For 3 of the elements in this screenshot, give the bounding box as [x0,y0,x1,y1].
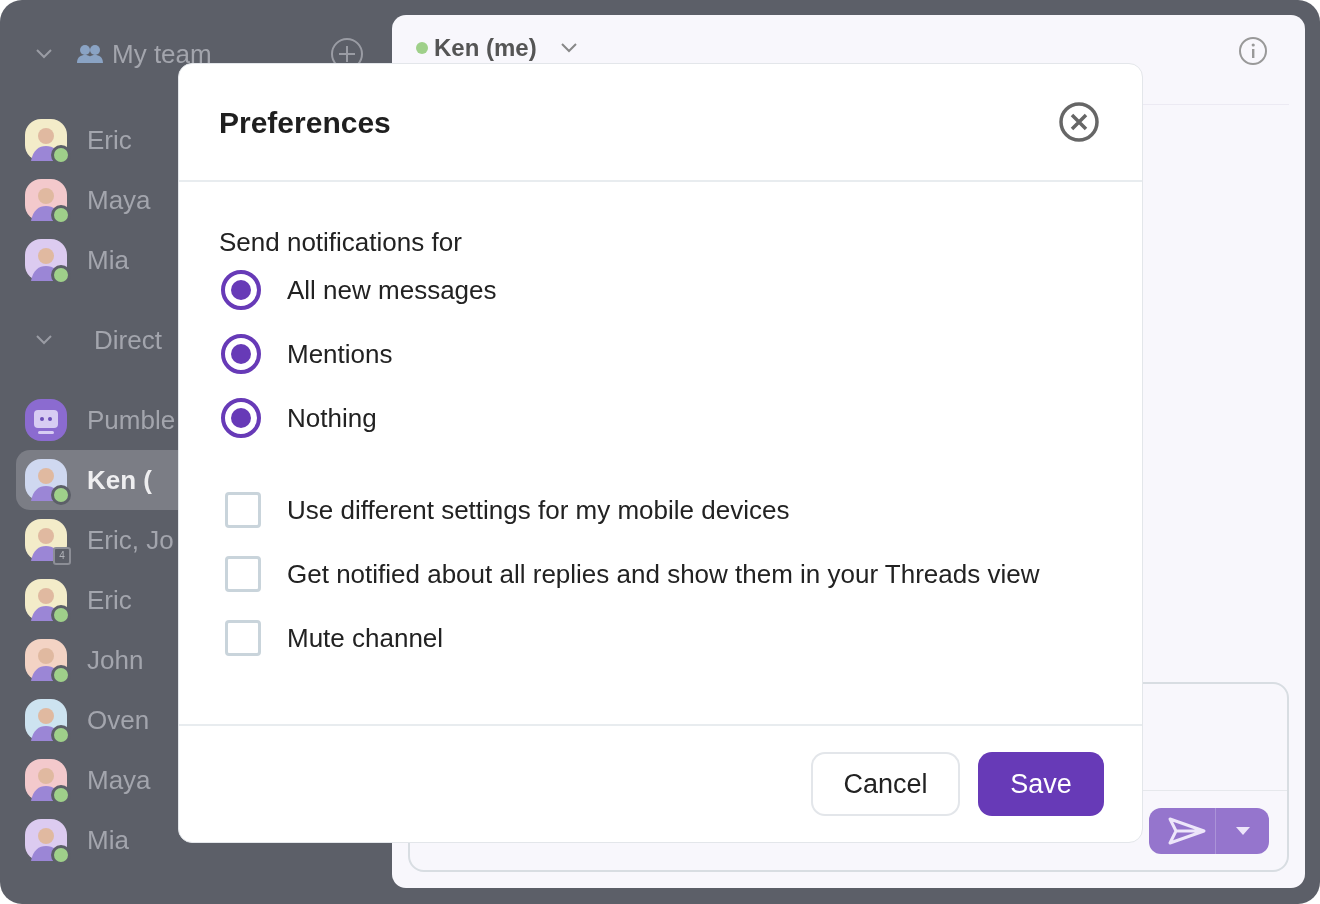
dialog-title: Preferences [219,104,391,141]
group-label: Send notifications for [219,226,463,258]
member-count: 4 [53,547,71,565]
